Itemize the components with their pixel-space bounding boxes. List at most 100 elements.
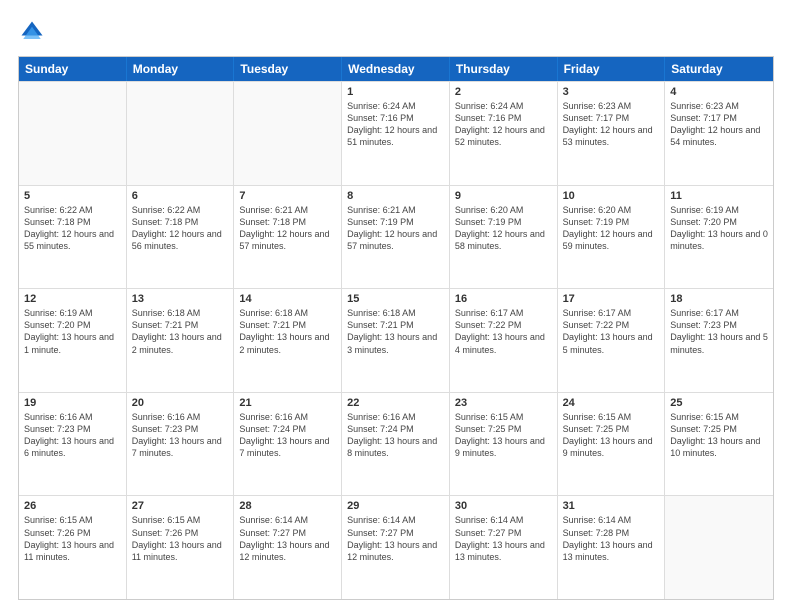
day-info: Sunrise: 6:15 AM Sunset: 7:26 PM Dayligh…: [24, 514, 121, 563]
day-info: Sunrise: 6:23 AM Sunset: 7:17 PM Dayligh…: [563, 100, 660, 149]
day-info: Sunrise: 6:14 AM Sunset: 7:27 PM Dayligh…: [455, 514, 552, 563]
day-info: Sunrise: 6:22 AM Sunset: 7:18 PM Dayligh…: [24, 204, 121, 253]
day-info: Sunrise: 6:19 AM Sunset: 7:20 PM Dayligh…: [24, 307, 121, 356]
day-info: Sunrise: 6:21 AM Sunset: 7:18 PM Dayligh…: [239, 204, 336, 253]
table-row: 3Sunrise: 6:23 AM Sunset: 7:17 PM Daylig…: [558, 82, 666, 185]
table-row: 21Sunrise: 6:16 AM Sunset: 7:24 PM Dayli…: [234, 393, 342, 496]
table-row: 12 Sunrise: 6:19 AM Sunset: 7:20 PM Dayli…: [19, 289, 127, 392]
day-number: 24: [563, 397, 660, 409]
day-number: 31: [563, 500, 660, 512]
day-info: Sunrise: 6:15 AM Sunset: 7:26 PM Dayligh…: [132, 514, 229, 563]
table-row: 22 Sunrise: 6:16 AM Sunset: 7:24 PM Dayli…: [342, 393, 450, 496]
calendar: SundayMondayTuesdayWednesdayThursdayFrid…: [18, 56, 774, 600]
day-number: 12: [24, 293, 121, 305]
table-row: 24 Sunrise: 6:15 AM Sunset: 7:25 PM Dayli…: [558, 393, 666, 496]
day-info: Sunrise: 6:16 AM Sunset: 7:23 PM Dayligh…: [24, 411, 121, 460]
day-number: 7: [239, 190, 336, 202]
page-header: [18, 18, 774, 46]
table-row: 30 Sunrise: 6:14 AM Sunset: 7:27 PM Dayli…: [450, 496, 558, 599]
logo: [18, 18, 50, 46]
day-info: Sunrise: 6:17 AM Sunset: 7:22 PM Dayligh…: [455, 307, 552, 356]
day-info: Sunrise: 6:23 AM Sunset: 7:17 PM Dayligh…: [670, 100, 768, 149]
table-row: 7 Sunrise: 6:21 AM Sunset: 7:18 PM Daylig…: [234, 186, 342, 289]
table-row: 20 Sunrise: 6:16 AM Sunset: 7:23 PM Dayli…: [127, 393, 235, 496]
calendar-body: 1 Sunrise: 6:24 AM Sunset: 7:16 PM Daylig…: [19, 81, 773, 599]
table-row: 27Sunrise: 6:15 AM Sunset: 7:26 PM Dayli…: [127, 496, 235, 599]
day-number: 8: [347, 190, 444, 202]
day-number: 6: [132, 190, 229, 202]
day-info: Sunrise: 6:20 AM Sunset: 7:19 PM Dayligh…: [563, 204, 660, 253]
day-number: 19: [24, 397, 121, 409]
table-row: 9 Sunrise: 6:20 AM Sunset: 7:19 PM Daylig…: [450, 186, 558, 289]
day-number: 29: [347, 500, 444, 512]
day-info: Sunrise: 6:17 AM Sunset: 7:23 PM Dayligh…: [670, 307, 768, 356]
header-cell-monday: Monday: [127, 57, 235, 81]
day-info: Sunrise: 6:16 AM Sunset: 7:24 PM Dayligh…: [347, 411, 444, 460]
day-number: 9: [455, 190, 552, 202]
day-number: 15: [347, 293, 444, 305]
day-number: 13: [132, 293, 229, 305]
day-info: Sunrise: 6:18 AM Sunset: 7:21 PM Dayligh…: [239, 307, 336, 356]
day-number: 18: [670, 293, 768, 305]
day-number: 20: [132, 397, 229, 409]
day-info: Sunrise: 6:19 AM Sunset: 7:20 PM Dayligh…: [670, 204, 768, 253]
table-row: 31 Sunrise: 6:14 AM Sunset: 7:28 PM Dayli…: [558, 496, 666, 599]
day-number: 1: [347, 86, 444, 98]
header-cell-saturday: Saturday: [665, 57, 773, 81]
header-cell-wednesday: Wednesday: [342, 57, 450, 81]
day-info: Sunrise: 6:15 AM Sunset: 7:25 PM Dayligh…: [563, 411, 660, 460]
calendar-week-3: 12 Sunrise: 6:19 AM Sunset: 7:20 PM Dayli…: [19, 288, 773, 392]
day-info: Sunrise: 6:15 AM Sunset: 7:25 PM Dayligh…: [455, 411, 552, 460]
table-row: 8 Sunrise: 6:21 AM Sunset: 7:19 PM Daylig…: [342, 186, 450, 289]
calendar-week-1: 1 Sunrise: 6:24 AM Sunset: 7:16 PM Daylig…: [19, 81, 773, 185]
table-row: 29 Sunrise: 6:14 AM Sunset: 7:27 PM Dayli…: [342, 496, 450, 599]
day-info: Sunrise: 6:17 AM Sunset: 7:22 PM Dayligh…: [563, 307, 660, 356]
table-row: 10 Sunrise: 6:20 AM Sunset: 7:19 PM Dayli…: [558, 186, 666, 289]
table-row: 26 Sunrise: 6:15 AM Sunset: 7:26 PM Dayli…: [19, 496, 127, 599]
table-row: 2 Sunrise: 6:24 AM Sunset: 7:16 PM Daylig…: [450, 82, 558, 185]
day-number: 30: [455, 500, 552, 512]
table-row: [665, 496, 773, 599]
table-row: 13 Sunrise: 6:18 AM Sunset: 7:21 PM Dayli…: [127, 289, 235, 392]
calendar-week-5: 26 Sunrise: 6:15 AM Sunset: 7:26 PM Dayli…: [19, 495, 773, 599]
day-number: 26: [24, 500, 121, 512]
day-number: 17: [563, 293, 660, 305]
day-info: Sunrise: 6:15 AM Sunset: 7:25 PM Dayligh…: [670, 411, 768, 460]
calendar-week-2: 5 Sunrise: 6:22 AM Sunset: 7:18 PM Daylig…: [19, 185, 773, 289]
logo-icon: [18, 18, 46, 46]
day-number: 22: [347, 397, 444, 409]
day-number: 4: [670, 86, 768, 98]
table-row: 5 Sunrise: 6:22 AM Sunset: 7:18 PM Daylig…: [19, 186, 127, 289]
table-row: 17 Sunrise: 6:17 AM Sunset: 7:22 PM Dayli…: [558, 289, 666, 392]
day-number: 11: [670, 190, 768, 202]
table-row: 1 Sunrise: 6:24 AM Sunset: 7:16 PM Daylig…: [342, 82, 450, 185]
table-row: [19, 82, 127, 185]
day-info: Sunrise: 6:14 AM Sunset: 7:28 PM Dayligh…: [563, 514, 660, 563]
table-row: [234, 82, 342, 185]
table-row: [127, 82, 235, 185]
day-info: Sunrise: 6:24 AM Sunset: 7:16 PM Dayligh…: [455, 100, 552, 149]
table-row: 16Sunrise: 6:17 AM Sunset: 7:22 PM Dayli…: [450, 289, 558, 392]
day-number: 28: [239, 500, 336, 512]
table-row: 25 Sunrise: 6:15 AM Sunset: 7:25 PM Dayli…: [665, 393, 773, 496]
table-row: 11 Sunrise: 6:19 AM Sunset: 7:20 PM Dayli…: [665, 186, 773, 289]
day-number: 21: [239, 397, 336, 409]
day-info: Sunrise: 6:16 AM Sunset: 7:23 PM Dayligh…: [132, 411, 229, 460]
day-info: Sunrise: 6:21 AM Sunset: 7:19 PM Dayligh…: [347, 204, 444, 253]
day-number: 5: [24, 190, 121, 202]
day-info: Sunrise: 6:22 AM Sunset: 7:18 PM Dayligh…: [132, 204, 229, 253]
day-info: Sunrise: 6:14 AM Sunset: 7:27 PM Dayligh…: [347, 514, 444, 563]
day-number: 2: [455, 86, 552, 98]
table-row: 4 Sunrise: 6:23 AM Sunset: 7:17 PM Daylig…: [665, 82, 773, 185]
day-info: Sunrise: 6:24 AM Sunset: 7:16 PM Dayligh…: [347, 100, 444, 149]
table-row: 23Sunrise: 6:15 AM Sunset: 7:25 PM Dayli…: [450, 393, 558, 496]
day-info: Sunrise: 6:18 AM Sunset: 7:21 PM Dayligh…: [347, 307, 444, 356]
table-row: 18 Sunrise: 6:17 AM Sunset: 7:23 PM Dayli…: [665, 289, 773, 392]
day-number: 14: [239, 293, 336, 305]
day-number: 10: [563, 190, 660, 202]
day-number: 25: [670, 397, 768, 409]
table-row: 28Sunrise: 6:14 AM Sunset: 7:27 PM Dayli…: [234, 496, 342, 599]
day-info: Sunrise: 6:18 AM Sunset: 7:21 PM Dayligh…: [132, 307, 229, 356]
day-info: Sunrise: 6:20 AM Sunset: 7:19 PM Dayligh…: [455, 204, 552, 253]
table-row: 19 Sunrise: 6:16 AM Sunset: 7:23 PM Dayli…: [19, 393, 127, 496]
